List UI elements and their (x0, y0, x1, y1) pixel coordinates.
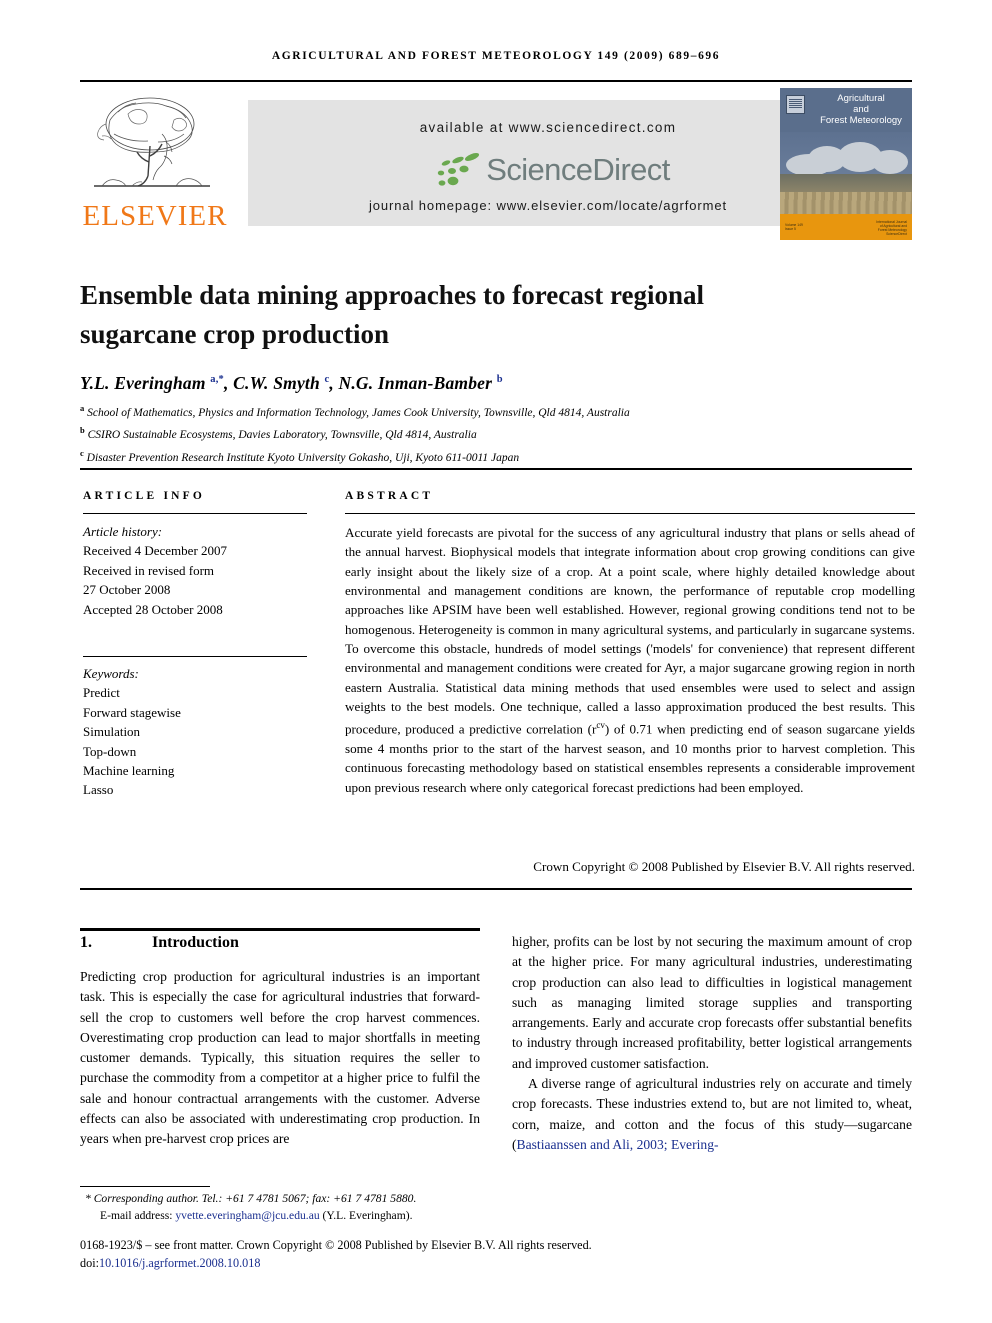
body-paragraph: Predicting crop production for agricultu… (80, 969, 480, 1147)
body-column-right: higher, profits can be lost by not secur… (512, 932, 912, 1155)
keywords-divider (83, 656, 307, 657)
cover-field (780, 192, 912, 216)
elsevier-tree-icon (88, 90, 216, 198)
cover-band-text-left: Volume 149 Issue 5 (785, 223, 803, 231)
section-number: 1. (80, 934, 92, 951)
keyword-item: Forward stagewise (83, 704, 181, 720)
affiliation-text: CSIRO Sustainable Ecosystems, Davies Lab… (87, 429, 477, 442)
article-history-line: Received 4 December 2007 (83, 543, 228, 559)
sciencedirect-banner: available at www.sciencedirect.com Scien… (248, 100, 848, 226)
elsevier-logo: ELSEVIER (80, 90, 230, 238)
body-paragraph: higher, profits can be lost by not secur… (512, 934, 912, 1071)
keyword-item: Machine learning (83, 763, 175, 779)
elsevier-wordmark: ELSEVIER (82, 200, 228, 232)
sciencedirect-logo: ScienceDirect (248, 148, 848, 192)
front-matter-line: 0168-1923/$ – see front matter. Crown Co… (80, 1238, 592, 1252)
journal-article-page: AGRICULTURAL AND FOREST METEOROLOGY 149 … (0, 0, 992, 1323)
cover-title-line-1: Agricultural (837, 93, 885, 104)
footnote-block: * Corresponding author. Tel.: +61 7 4781… (80, 1190, 640, 1224)
sciencedirect-dots-icon (438, 153, 480, 186)
cover-cloud (872, 150, 908, 174)
affiliation-item: b CSIRO Sustainable Ecosystems, Davies L… (80, 422, 912, 444)
available-at-text: available at www.sciencedirect.com (419, 120, 677, 135)
abstract-copyright: Crown Copyright © 2008 Published by Else… (533, 859, 915, 874)
page-title: Ensemble data mining approaches to forec… (80, 280, 705, 350)
article-history-line: Accepted 28 October 2008 (83, 601, 223, 617)
article-history-heading: Article history: (83, 524, 163, 539)
abstract-superscript: cv (596, 720, 605, 731)
abstract-divider (345, 513, 915, 514)
keyword-item: Lasso (83, 782, 114, 798)
body-paragraph: A diverse range of agricultural industri… (512, 1074, 912, 1155)
corresponding-author-note: * Corresponding author. Tel.: +61 7 4781… (85, 1192, 417, 1205)
footnote-rule (80, 1186, 210, 1187)
citation-link[interactable]: Bastiaanssen and Ali, 2003; Evering- (517, 1137, 719, 1152)
doi-link[interactable]: 10.1016/j.agrformet.2008.10.018 (99, 1256, 260, 1270)
info-section-rule (80, 468, 912, 470)
doi-line: doi:10.1016/j.agrformet.2008.10.018 (80, 1254, 912, 1272)
author-list: Y.L. Everingham a,*, C.W. Smyth c, N.G. … (80, 373, 503, 393)
article-history-block: Article history: Received 4 December 200… (83, 522, 333, 619)
affiliation-text: School of Mathematics, Physics and Infor… (87, 406, 630, 419)
imprint-block: 0168-1923/$ – see front matter. Crown Co… (80, 1236, 912, 1272)
affiliation-mark: c (80, 447, 84, 458)
affiliation-item: c Disaster Prevention Research Institute… (80, 445, 912, 467)
article-history-line: 27 October 2008 (83, 582, 171, 598)
section-heading: 1. Introduction (80, 934, 239, 952)
abstract-text: Accurate yield forecasts are pivotal for… (345, 523, 915, 797)
affiliation-mark: b (80, 425, 85, 436)
abstract-label: ABSTRACT (345, 490, 434, 502)
running-head: AGRICULTURAL AND FOREST METEOROLOGY 149 … (271, 50, 721, 62)
cover-title-line-2: and (853, 104, 869, 115)
cover-title-line-3: Forest Meteorology (820, 115, 902, 126)
email-suffix: (Y.L. Everingham). (322, 1209, 413, 1222)
section-title: Introduction (152, 934, 239, 951)
header-rule (80, 80, 912, 82)
article-info-label: ARTICLE INFO (83, 490, 206, 502)
masthead: ELSEVIER available at www.sciencedirect.… (80, 88, 912, 240)
cover-publisher-badge-icon (786, 95, 805, 114)
body-column-left: Predicting crop production for agricultu… (80, 967, 480, 1150)
article-info-divider (83, 513, 307, 514)
journal-homepage-text: journal homepage: www.elsevier.com/locat… (368, 198, 728, 213)
section-rule (80, 928, 480, 931)
affiliation-item: a School of Mathematics, Physics and Inf… (80, 400, 912, 422)
email-label: E-mail address: (100, 1209, 173, 1222)
keyword-item: Simulation (83, 724, 141, 740)
keyword-item: Predict (83, 685, 120, 701)
abstract-part-1: Accurate yield forecasts are pivotal for… (345, 525, 915, 737)
email-note: E-mail address: yvette.everingham@jcu.ed… (80, 1207, 640, 1224)
cover-title: Agricultural and Forest Meteorology (814, 93, 908, 126)
affiliation-mark: a (80, 403, 85, 413)
keywords-heading: Keywords: (83, 666, 139, 681)
doi-label: doi: (80, 1256, 99, 1270)
sciencedirect-wordmark: ScienceDirect (486, 152, 670, 187)
email-link[interactable]: yvette.everingham@jcu.edu.au (175, 1209, 319, 1222)
keywords-block: Keywords: Predict Forward stagewise Simu… (83, 664, 333, 800)
cover-band-text-right: International Journal of Agricultural and… (876, 220, 907, 236)
journal-cover-image: Agricultural and Forest Meteorology Volu… (780, 88, 912, 240)
affiliation-list: a School of Mathematics, Physics and Inf… (80, 400, 912, 467)
keyword-item: Top-down (83, 743, 137, 759)
abstract-end-rule (80, 888, 912, 890)
affiliation-text: Disaster Prevention Research Institute K… (86, 451, 520, 464)
article-history-line: Received in revised form (83, 562, 215, 578)
